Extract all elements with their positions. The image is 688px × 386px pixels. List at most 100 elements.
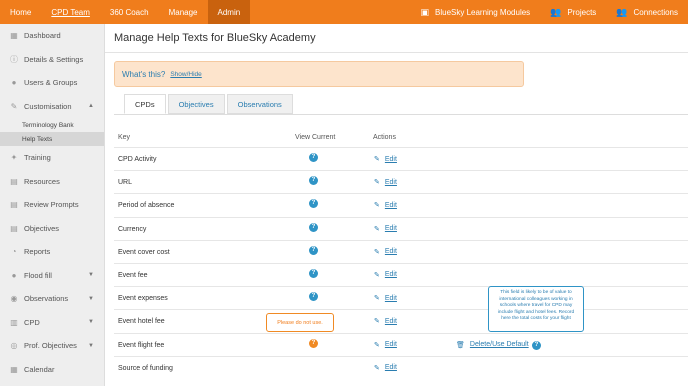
edit-link[interactable]: ✎ Edit xyxy=(374,248,397,256)
sidebar-item-cpd[interactable]: ▥ CPD ▼ xyxy=(0,311,104,335)
nav-projects[interactable]: 👥 Projects xyxy=(540,0,606,24)
resources-icon: ▤ xyxy=(10,176,18,186)
target-icon: ◎ xyxy=(10,341,18,351)
help-question-icon[interactable]: ? xyxy=(309,199,318,209)
help-question-icon[interactable]: ? xyxy=(309,268,318,278)
dashboard-icon: ▦ xyxy=(10,31,18,41)
row-key: CPD Activity xyxy=(118,156,157,163)
table-row: Event fee ? ✎ Edit xyxy=(114,262,688,286)
sidebar-item-review-prompts[interactable]: ▤ Review Prompts xyxy=(0,193,104,217)
nav-admin[interactable]: Admin xyxy=(207,0,251,24)
edit-link[interactable]: ✎ Edit xyxy=(374,364,397,372)
row-key: URL xyxy=(118,179,133,187)
tab-bar: CPDs Objectives Observations xyxy=(124,94,295,114)
whats-this-label: What's this? xyxy=(122,69,166,79)
whats-this-panel: What's this? Show/Hide xyxy=(114,61,524,87)
help-question-icon[interactable]: ? xyxy=(309,292,318,302)
projects-icon: 👥 xyxy=(550,6,562,17)
tab-cpds[interactable]: CPDs xyxy=(124,94,166,114)
chevron-down-icon: ▼ xyxy=(88,295,94,302)
table-row: Event flight fee ? ✎ Edit 🗑 Delete/Use Def… xyxy=(114,332,688,356)
title-divider xyxy=(105,52,688,53)
table-row: URL ? ✎ Edit xyxy=(114,170,688,193)
pencil-icon: ✎ xyxy=(374,341,380,349)
nav-home[interactable]: Home xyxy=(0,0,41,24)
info-icon: ⓘ xyxy=(10,54,18,64)
default-help-tooltip: Please do not use. xyxy=(266,313,334,332)
help-question-icon[interactable]: ? xyxy=(309,222,318,232)
sidebar-item-objectives[interactable]: ▤ Objectives xyxy=(0,217,104,241)
sidebar-item-training[interactable]: ✦ Training xyxy=(0,146,104,170)
nav-manage[interactable]: Manage xyxy=(159,0,208,24)
modules-icon: ▣ xyxy=(420,6,429,17)
top-navigation-bar: Home CPD Team 360 Coach Manage Admin ▣ B… xyxy=(0,0,688,24)
table-row: Event cover cost ? ✎ Edit xyxy=(114,239,688,263)
help-question-icon[interactable]: ? xyxy=(309,245,318,255)
custom-help-tooltip: This field is likely to be of value to i… xyxy=(488,286,584,332)
objectives-icon: ▤ xyxy=(10,223,18,233)
show-hide-link[interactable]: Show/Hide xyxy=(170,71,201,78)
user-icon: ● xyxy=(11,78,17,88)
row-key: Event hotel fee xyxy=(118,318,165,326)
column-header-actions: Actions xyxy=(373,134,396,141)
sidebar-subitem-help-texts[interactable]: Help Texts xyxy=(0,132,104,146)
calendar-icon: ▦ xyxy=(10,364,18,374)
pencil-icon: ✎ xyxy=(374,318,380,326)
row-key: Event cover cost xyxy=(118,248,170,256)
row-key: Event fee xyxy=(118,271,148,279)
page-title: Manage Help Texts for BlueSky Academy xyxy=(114,32,316,44)
tab-observations[interactable]: Observations xyxy=(226,94,293,114)
edit-link[interactable]: ✎ Edit xyxy=(374,225,397,233)
sidebar-item-reports[interactable]: ◔ Reports xyxy=(0,240,104,264)
help-question-icon[interactable]: ? xyxy=(309,153,318,162)
edit-link[interactable]: ✎ Edit xyxy=(374,317,397,326)
tabs-divider xyxy=(114,114,688,115)
table-row: Event hotel fee ✎ Edit xyxy=(114,309,688,332)
edit-link[interactable]: ✎ Edit xyxy=(374,155,397,164)
help-question-icon-overridden[interactable]: ? xyxy=(309,338,318,348)
help-question-icon[interactable]: ? xyxy=(309,176,318,186)
column-header-view-current: View Current xyxy=(295,134,336,141)
pencil-icon: ✎ xyxy=(374,202,380,210)
nav-connections[interactable]: 👥 Connections xyxy=(606,0,688,24)
pencil-icon: ✎ xyxy=(374,179,380,187)
edit-link[interactable]: ✎ Edit xyxy=(374,178,397,187)
nav-bluesky-learning-modules[interactable]: ▣ BlueSky Learning Modules xyxy=(410,0,540,24)
sidebar-item-users[interactable]: ● Users & Groups xyxy=(0,71,104,95)
nav-360-coach[interactable]: 360 Coach xyxy=(100,0,159,24)
edit-link[interactable]: ✎ Edit xyxy=(374,341,397,349)
table-row: CPD Activity ? ✎ Edit xyxy=(114,147,688,170)
table-row: Source of funding ✎ Edit xyxy=(114,355,688,379)
row-key: Currency xyxy=(118,225,147,233)
edit-link[interactable]: ✎ Edit xyxy=(374,294,397,303)
row-key: Source of funding xyxy=(118,364,173,372)
sidebar: ▦ Dashboard ⓘ Details & Settings ● Users & … xyxy=(0,24,105,386)
trash-icon: 🗑 xyxy=(456,341,465,349)
sidebar-item-calendar[interactable]: ▦ Calendar xyxy=(0,358,104,382)
sidebar-item-resources[interactable]: ▤ Resources xyxy=(0,170,104,194)
sidebar-item-observations[interactable]: ◉ Observations ▼ xyxy=(0,287,104,311)
edit-link[interactable]: ✎ Edit xyxy=(374,201,397,210)
observations-icon: ◉ xyxy=(10,294,18,304)
tab-objectives[interactable]: Objectives xyxy=(167,94,225,114)
sidebar-item-prof-objectives[interactable]: ◎ Prof. Objectives ▼ xyxy=(0,334,104,358)
drop-icon: ● xyxy=(11,270,17,280)
nav-cpd-team[interactable]: CPD Team xyxy=(41,0,100,24)
prompts-icon: ▤ xyxy=(10,200,18,210)
pencil-icon: ✎ xyxy=(374,225,380,233)
sidebar-item-customisation[interactable]: ✎ Customisation ▲ xyxy=(0,95,104,119)
row-key: Event expenses xyxy=(118,295,168,303)
sidebar-item-dashboard[interactable]: ▦ Dashboard xyxy=(0,24,104,48)
table-row: Currency ? ✎ Edit xyxy=(114,216,688,240)
sidebar-item-flood-fill[interactable]: ● Flood fill ▼ xyxy=(0,264,104,288)
edit-link[interactable]: ✎ Edit xyxy=(374,271,397,279)
custom-help-question-icon[interactable]: ? xyxy=(532,340,541,350)
pencil-icon: ✎ xyxy=(374,364,380,372)
sidebar-subitem-terminology-bank[interactable]: Terminology Bank xyxy=(0,118,104,132)
help-texts-table: CPD Activity ? ✎ Edit URL ? ✎ Edit Period … xyxy=(114,147,688,379)
chevron-down-icon: ▼ xyxy=(88,319,94,326)
table-row: Period of absence ? ✎ Edit xyxy=(114,193,688,216)
sidebar-item-details[interactable]: ⓘ Details & Settings xyxy=(0,48,104,72)
row-key: Event flight fee xyxy=(118,341,165,349)
delete-use-default-link[interactable]: 🗑 Delete/Use Default xyxy=(456,341,529,349)
